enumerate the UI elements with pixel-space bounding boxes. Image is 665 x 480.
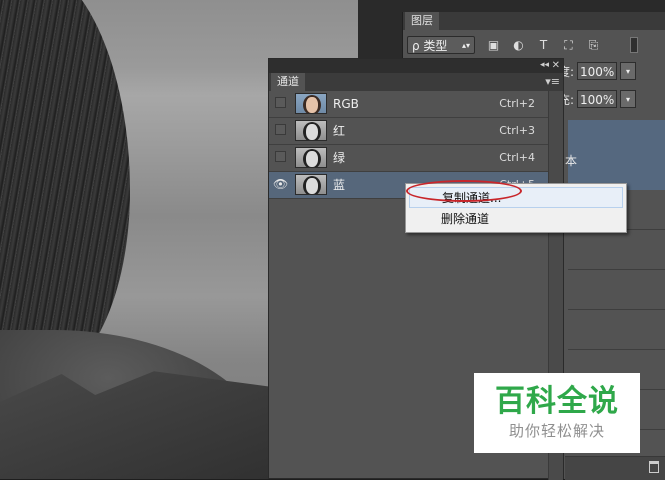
layers-tab-bar: 图层 [403,12,665,30]
fill-control: 充: 100% ▾ [558,90,636,108]
panel-menu-icon[interactable]: ▾≡ [545,75,560,88]
visibility-toggle[interactable] [275,151,286,162]
channel-shortcut: Ctrl+4 [499,151,535,164]
shape-filter-icon[interactable]: ⛶ [562,38,575,52]
fill-dropdown-button[interactable]: ▾ [620,90,636,108]
opacity-control: 度: 100% ▾ [558,62,636,80]
tab-channels[interactable]: 通道 [271,73,305,91]
channel-row-green[interactable]: 绿 Ctrl+4 [269,145,563,172]
fill-input[interactable]: 100% [577,90,617,108]
photo-hair [0,0,130,380]
close-icon[interactable]: ✕ [552,59,560,72]
channels-panel-header[interactable]: ◂◂ ✕ [269,59,563,73]
visibility-toggle[interactable] [275,124,286,135]
eye-icon[interactable]: 👁 [273,177,288,191]
annotation-ellipse [406,180,522,202]
filter-type-label: ρ 类型 [412,38,448,53]
layer-row-selected[interactable] [568,120,665,190]
channel-thumbnail [295,174,327,195]
layer-filter-select[interactable]: ρ 类型 ▴▾ [407,36,475,54]
collapse-icon[interactable]: ◂◂ [540,59,549,72]
channel-name: 蓝 [333,178,346,192]
watermark-logo: 百科全说 助你轻松解决 [474,373,640,453]
channel-shortcut: Ctrl+3 [499,124,535,137]
channel-thumbnail [295,147,327,168]
watermark-title: 百科全说 [495,384,619,419]
visibility-toggle[interactable] [275,97,286,108]
trash-icon[interactable] [649,461,659,473]
layers-bottom-bar [565,456,665,480]
smart-object-filter-icon[interactable]: ⎘ [587,38,600,52]
channel-row-red[interactable]: 红 Ctrl+3 [269,118,563,145]
chevron-updown-icon: ▴▾ [461,40,470,50]
adjustment-filter-icon[interactable]: ◐ [512,38,525,52]
channel-name: 红 [333,124,346,138]
channel-shortcut: Ctrl+2 [499,97,535,110]
opacity-dropdown-button[interactable]: ▾ [620,62,636,80]
tab-layers[interactable]: 图层 [405,12,439,30]
channel-row-rgb[interactable]: RGB Ctrl+2 [269,91,563,118]
watermark-subtitle: 助你轻松解决 [508,422,605,440]
channel-thumbnail [295,120,327,141]
channel-thumbnail [295,93,327,114]
image-filter-icon[interactable]: ▣ [487,38,500,52]
menu-item-delete-channel[interactable]: 删除通道 [409,209,623,230]
channels-tab-bar: 通道 ▾≡ [269,73,563,91]
filter-toggle-switch[interactable] [630,37,638,53]
text-filter-icon[interactable]: T [537,38,550,52]
channel-name: RGB [333,97,359,111]
channel-name: 绿 [333,151,346,165]
layer-name-fragment: 本 [565,154,578,168]
layers-filter-row: ρ 类型 ▴▾ ▣ ◐ T ⛶ ⎘ [407,34,638,56]
opacity-input[interactable]: 100% [577,62,617,80]
